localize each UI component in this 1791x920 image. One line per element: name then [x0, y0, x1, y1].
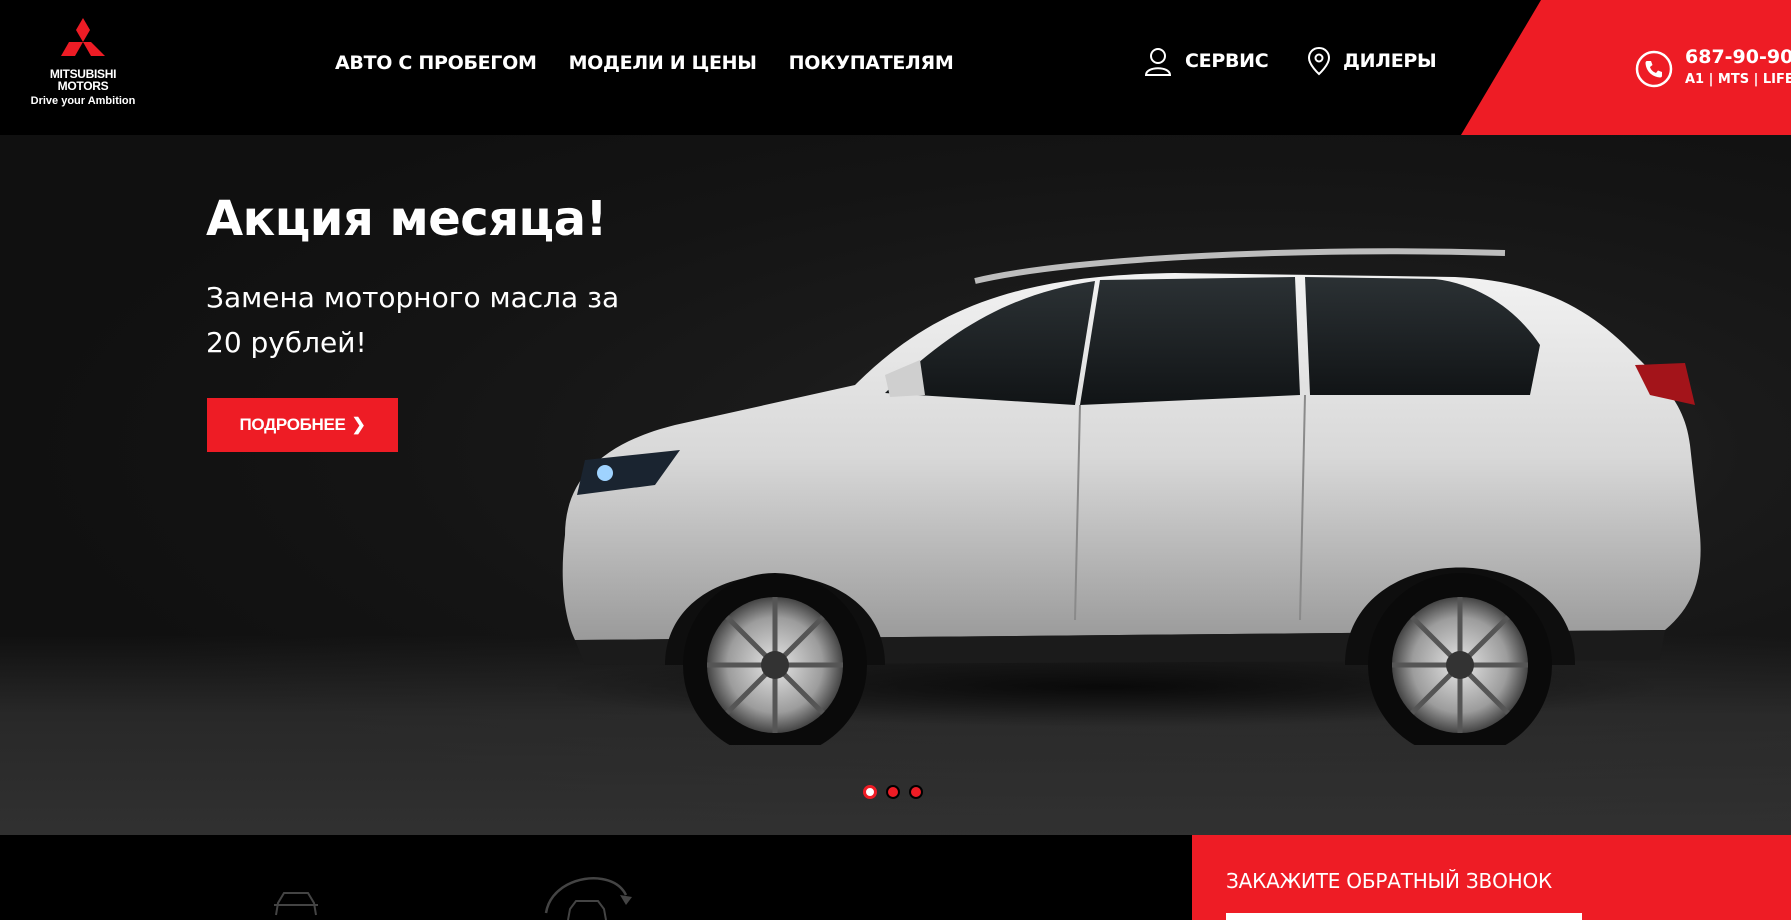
- phone-number[interactable]: 687-90-90: [1685, 46, 1791, 68]
- callback-phone-input[interactable]: [1226, 913, 1582, 920]
- phone-operators: A1 | MTS | LIFE: [1685, 72, 1791, 87]
- callback-title: ЗАКАЖИТЕ ОБРАТНЫЙ ЗВОНОК: [1226, 869, 1552, 893]
- nav-item-customers[interactable]: ПОКУПАТЕЛЯМ: [789, 52, 954, 74]
- dealers-label[interactable]: ДИЛЕРЫ: [1343, 50, 1437, 72]
- brand-name-line2: MOTORS: [57, 79, 109, 93]
- nav-item-models-prices[interactable]: МОДЕЛИ И ЦЕНЫ: [569, 52, 757, 74]
- car-image: [555, 248, 1701, 745]
- service-label[interactable]: СЕРВИС: [1185, 50, 1269, 72]
- location-pin-icon: [1307, 46, 1331, 76]
- callback-block: ЗАКАЖИТЕ ОБРАТНЫЙ ЗВОНОК: [1192, 835, 1791, 920]
- service-link[interactable]: СЕРВИС: [1143, 46, 1269, 76]
- person-icon: [1144, 48, 1172, 76]
- slider-dots: [863, 785, 923, 799]
- brand-logo[interactable]: MITSUBISHI MOTORS Drive your Ambition: [27, 18, 139, 118]
- slider-dot-3[interactable]: [909, 785, 923, 799]
- chevron-right-icon: ❯: [351, 415, 366, 434]
- slider-dot-2[interactable]: [886, 785, 900, 799]
- site-header: MITSUBISHI MOTORS Drive your Ambition АВ…: [0, 0, 1791, 135]
- hero-banner: Акция месяца! Замена моторного масла за …: [0, 135, 1791, 835]
- main-nav: АВТО С ПРОБЕГОМ МОДЕЛИ И ЦЕНЫ ПОКУПАТЕЛЯ…: [335, 52, 954, 74]
- three-diamonds-icon: [61, 18, 105, 56]
- brand-tagline: Drive your Ambition: [30, 95, 136, 107]
- phone-icon[interactable]: [1635, 50, 1673, 88]
- nav-item-used-cars[interactable]: АВТО С ПРОБЕГОМ: [335, 52, 537, 74]
- more-details-label: ПОДРОБНЕЕ: [239, 415, 346, 434]
- more-details-button[interactable]: ПОДРОБНЕЕ ❯: [207, 398, 398, 452]
- slider-dot-1[interactable]: [863, 785, 877, 799]
- car-rotate-icon[interactable]: [540, 873, 632, 920]
- dealers-link[interactable]: ДИЛЕРЫ: [1307, 46, 1437, 76]
- car-icon[interactable]: [268, 885, 324, 920]
- hero-title: Акция месяца!: [206, 191, 607, 247]
